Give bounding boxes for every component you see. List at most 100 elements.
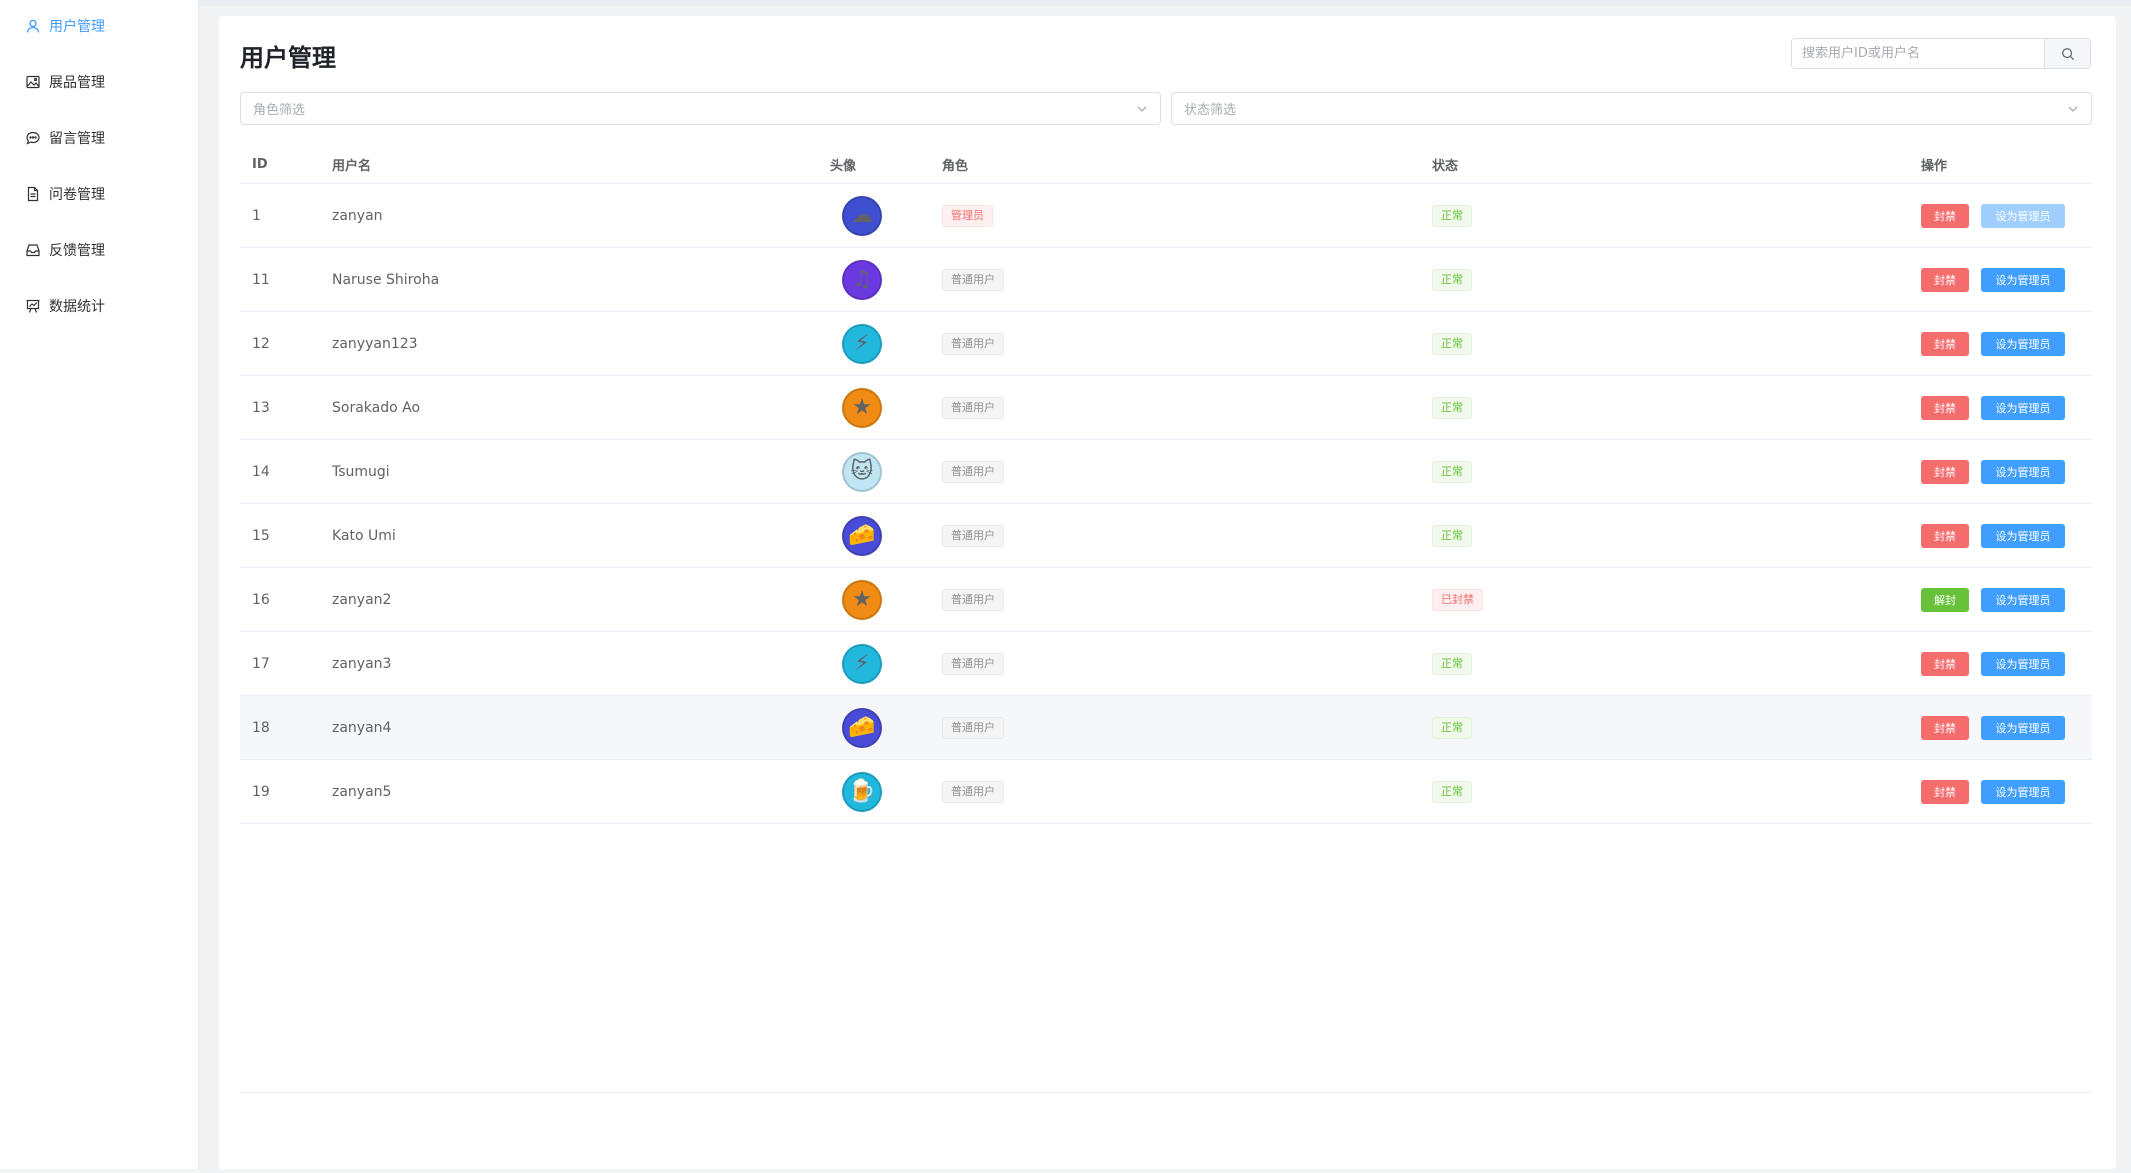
sidebar-item-label: 展品管理 [49,75,105,91]
search-box [1791,38,2091,69]
cell-id: 17 [252,655,270,672]
cell-avatar: 🧀 [842,696,882,759]
status-badge: 正常 [1432,268,1472,291]
cell-status: 正常 [1432,760,1472,823]
sidebar-item-surveys[interactable]: 问卷管理 [0,168,199,220]
sidebar-item-label: 用户管理 [49,19,105,35]
set-admin-button[interactable]: 设为管理员 [1981,459,2065,484]
role-tag: 普通用户 [942,332,1004,355]
inbox-icon [24,241,42,259]
role-tag: 普通用户 [942,396,1004,419]
top-bar [0,0,2131,6]
cell-actions: 封禁 设为管理员 [1921,312,2065,375]
cell-role: 普通用户 [942,568,1004,631]
status-filter-select[interactable]: 状态筛选 [1171,92,2092,125]
table-row: 16 zanyan2 ★ 普通用户 已封禁 解封 设为管理员 [240,568,2092,632]
column-header-status: 状态 [1432,159,1459,174]
chat-icon [24,129,42,147]
cell-role: 普通用户 [942,376,1004,439]
cell-username: zanyan4 [332,719,392,736]
column-header-id: ID [252,157,268,172]
table-header: ID 用户名 头像 角色 状态 操作 [240,145,2092,184]
cell-id: 19 [252,783,270,800]
cell-actions: 封禁 设为管理员 [1921,440,2065,503]
cell-status: 正常 [1432,632,1472,695]
ban-button[interactable]: 封禁 [1921,267,1969,292]
role-filter-select[interactable]: 角色筛选 [240,92,1161,125]
page-title: 用户管理 [240,44,336,72]
set-admin-button[interactable]: 设为管理员 [1981,651,2065,676]
ban-button[interactable]: 封禁 [1921,779,1969,804]
main-card: 用户管理 角色筛选 状态筛选 ID 用户名 头像 角色 状态 操作 [219,16,2116,1169]
cell-role: 普通用户 [942,696,1004,759]
cell-status: 已封禁 [1432,568,1483,631]
ban-button[interactable]: 封禁 [1921,715,1969,740]
avatar: 🐱 [842,451,882,492]
sidebar-item-messages[interactable]: 留言管理 [0,112,199,164]
ban-button[interactable]: 封禁 [1921,651,1969,676]
cell-id: 12 [252,335,270,352]
status-badge: 正常 [1432,332,1472,355]
set-admin-button[interactable]: 设为管理员 [1981,587,2065,612]
cell-avatar: 🍺 [842,760,882,823]
status-badge: 正常 [1432,460,1472,483]
set-admin-button[interactable]: 设为管理员 [1981,395,2065,420]
table-row: 13 Sorakado Ao ★ 普通用户 正常 封禁 设为管理员 [240,376,2092,440]
status-badge: 正常 [1432,716,1472,739]
search-button[interactable] [2044,39,2090,68]
sidebar-item-statistics[interactable]: 数据统计 [0,280,199,332]
column-header-actions: 操作 [1921,159,1948,174]
set-admin-button[interactable]: 设为管理员 [1981,523,2065,548]
avatar: ⚡ [842,323,882,364]
picture-icon [24,73,42,91]
unban-button[interactable]: 解封 [1921,587,1969,612]
set-admin-button[interactable]: 设为管理员 [1981,203,2065,228]
cell-id: 13 [252,399,270,416]
cell-actions: 封禁 设为管理员 [1921,184,2065,247]
avatar: ★ [842,579,882,620]
set-admin-button[interactable]: 设为管理员 [1981,331,2065,356]
cell-id: 1 [252,207,261,224]
ban-button[interactable]: 封禁 [1921,459,1969,484]
role-tag: 普通用户 [942,524,1004,547]
cell-id: 11 [252,271,270,288]
avatar: ⚡ [842,643,882,684]
set-admin-button[interactable]: 设为管理员 [1981,267,2065,292]
cell-avatar: ☁ [842,184,882,247]
cell-username: Tsumugi [332,463,390,480]
column-header-avatar: 头像 [830,159,857,174]
users-table: ID 用户名 头像 角色 状态 操作 1 zanyan ☁ 管理员 正常 封禁 … [240,145,2092,824]
role-tag: 普通用户 [942,460,1004,483]
cell-id: 16 [252,591,270,608]
user-icon [24,17,42,35]
status-badge: 正常 [1432,204,1472,227]
ban-button[interactable]: 封禁 [1921,203,1969,228]
status-filter-placeholder: 状态筛选 [1184,103,1237,118]
table-row: 19 zanyan5 🍺 普通用户 正常 封禁 设为管理员 [240,760,2092,824]
sidebar-item-exhibits[interactable]: 展品管理 [0,56,199,108]
cell-role: 普通用户 [942,760,1004,823]
ban-button[interactable]: 封禁 [1921,395,1969,420]
avatar: ♫ [842,259,882,300]
cell-username: zanyyan123 [332,335,418,352]
sidebar-item-feedback[interactable]: 反馈管理 [0,224,199,276]
cell-role: 普通用户 [942,632,1004,695]
ban-button[interactable]: 封禁 [1921,331,1969,356]
table-footer-divider [240,1092,2092,1093]
table-row: 18 zanyan4 🧀 普通用户 正常 封禁 设为管理员 [240,696,2092,760]
set-admin-button[interactable]: 设为管理员 [1981,779,2065,804]
cell-actions: 封禁 设为管理员 [1921,760,2065,823]
cell-actions: 封禁 设为管理员 [1921,504,2065,567]
cell-avatar: ★ [842,568,882,631]
cell-status: 正常 [1432,376,1472,439]
cell-id: 14 [252,463,270,480]
search-input[interactable] [1792,39,2044,68]
chart-icon [24,297,42,315]
table-row: 17 zanyan3 ⚡ 普通用户 正常 封禁 设为管理员 [240,632,2092,696]
table-row: 14 Tsumugi 🐱 普通用户 正常 封禁 设为管理员 [240,440,2092,504]
role-tag: 普通用户 [942,652,1004,675]
set-admin-button[interactable]: 设为管理员 [1981,715,2065,740]
ban-button[interactable]: 封禁 [1921,523,1969,548]
sidebar-item-users[interactable]: 用户管理 [0,0,199,52]
app-root: 用户管理 展品管理 留言管理 问卷管理 反馈管理 数据统计 用户管理 搜索用户I… [0,0,2131,1173]
